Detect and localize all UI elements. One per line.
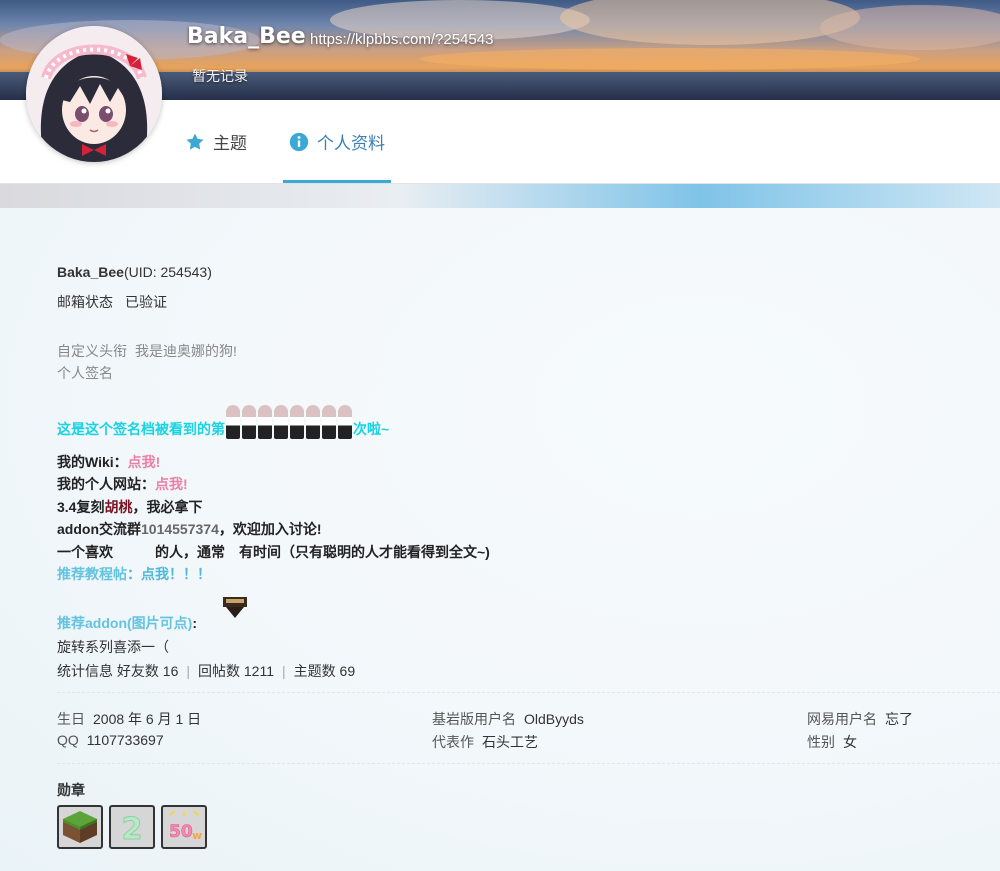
group-number: 1014557374 [141,521,219,537]
bedrock-label: 基岩版用户名 [432,711,516,727]
star-icon [185,132,205,152]
rerun-text-end: ，我必拿下 [132,499,203,515]
counter-prefix: 这是这个签名档被看到的第 [57,421,225,437]
rerun-text: 3.4复刻 [57,499,105,515]
email-status-label: 邮箱状态 [57,294,113,310]
avatar-anime-girl-illustration [26,26,162,162]
header-username: Baka_Bee [187,24,306,49]
tab-profile-label: 个人资料 [317,134,385,153]
rerun-row: 3.4复刻胡桃，我必拿下 [57,497,202,517]
birthday-value: 2008 年 6 月 1 日 [93,711,202,727]
visit-counter-characters-image [226,405,352,439]
bedrock-username-field: 基岩版用户名 OldByyds [432,709,584,729]
counter-suffix: 次啦~ [353,421,390,437]
friends-label: 好友数 [116,663,159,679]
replies-stat[interactable]: 回帖数 1211 [198,663,274,679]
hidden-text-c: 有时间（只有聪明的人才能看得到全文~) [239,544,490,560]
netease-label: 网易用户名 [807,711,877,727]
stats-label: 统计信息 [57,663,113,679]
info-icon [289,132,309,152]
addon-recommend-row: 推荐addon(图片可点): [57,613,197,633]
work-value: 石头工艺 [482,734,538,750]
custom-title-value: 我是迪奥娜的狗! [135,343,237,359]
tutorial-label: 推荐教程帖 [57,566,127,582]
replies-count: 1211 [243,663,274,679]
custom-title-row: 自定义头衔 我是迪奥娜的狗! [57,341,237,361]
number-2-medal-icon[interactable]: 2 [109,805,155,849]
representative-work-field: 代表作 石头工艺 [432,732,538,752]
tab-profile[interactable]: 个人资料 [283,100,391,183]
addon-colon: : [192,615,197,631]
profile-uid: (UID: 254543) [123,264,212,280]
birthday-label: 生日 [57,711,85,727]
header-status-text: 暂无记录 [192,68,248,84]
signature-label: 个人签名 [57,365,113,381]
banner-sunset-glow [420,48,920,70]
replies-label: 回帖数 [198,663,240,679]
tutorial-link[interactable]: ：点我！！！ [127,566,211,582]
site-link[interactable]: 点我! [155,476,188,492]
site-row: 我的个人网站：点我! [57,474,188,494]
gender-field: 性别女 [807,732,857,752]
profile-name-row: Baka_Bee(UID: 254543) [57,264,212,280]
wiki-row: 我的Wiki：点我! [57,452,160,472]
addon-text: 旋转系列喜添一（ [57,639,169,655]
group-label: addon交流群 [57,521,141,537]
birthday-field: 生日 2008 年 6 月 1 日 [57,709,201,729]
addon-recommend-link[interactable]: 推荐addon(图片可点) [57,615,192,631]
netease-value: 忘了 [885,711,913,727]
site-label: 我的个人网站： [57,476,155,492]
profile-card: Baka_Bee(UID: 254543) 邮箱状态 已验证 自定义头衔 我是迪奥娜… [0,208,1000,871]
50w-medal-icon[interactable]: 50 w [161,805,207,849]
topics-stat[interactable]: 主题数 69 [294,663,355,679]
tab-topics-label: 主题 [213,134,247,153]
email-status-value: 已验证 [125,294,167,310]
svg-text:50: 50 [169,822,193,842]
medals-label: 勋章 [57,782,85,798]
tutorial-row: 推荐教程帖：点我！！！ [57,564,211,584]
qq-label: QQ [57,732,79,748]
qq-field: QQ 1107733697 [57,732,164,748]
grass-block-medal-icon[interactable] [57,805,103,849]
svg-text:2: 2 [122,812,143,845]
wiki-link[interactable]: 点我! [128,454,161,470]
medals-list: 2 50 w [57,805,207,849]
gender-value: 女 [843,734,857,750]
divider [57,763,1000,764]
banner-cloud [560,0,860,45]
avatar[interactable] [26,26,162,162]
email-status-row: 邮箱状态 已验证 [57,292,167,312]
signature-counter-row: 这是这个签名档被看到的第 次啦~ [57,405,389,439]
tab-topics[interactable]: 主题 [185,100,247,183]
friends-stat[interactable]: 好友数 16 [117,663,178,679]
friends-count: 16 [162,663,179,679]
hidden-text-row: 一个喜欢 的人，通常 有时间（只有聪明的人才能看得到全文~) [57,542,490,562]
gender-label: 性别 [807,734,835,750]
header-profile-url[interactable]: https://klpbbs.com/?254543 [310,31,493,48]
group-invite: ，欢迎加入讨论! [218,521,322,537]
qq-value: 1107733697 [86,732,164,748]
decorative-strip [0,184,1000,208]
divider [57,692,1000,693]
work-label: 代表作 [432,734,474,750]
stats-row: 统计信息 好友数 16 | 回帖数 1211 | 主题数 69 [57,663,356,679]
svg-text:w: w [192,829,202,842]
bedrock-value: OldByyds [524,711,584,727]
profile-username: Baka_Bee [57,264,124,280]
topics-count: 69 [339,663,356,679]
wiki-label: 我的Wiki： [57,454,128,470]
topics-label: 主题数 [293,663,336,679]
rerun-character: 胡桃 [104,499,133,515]
custom-title-label: 自定义头衔 [57,343,127,359]
addon-group-row: addon交流群1014557374，欢迎加入讨论! [57,519,322,539]
hidden-text-b: 的人，通常 [155,544,225,560]
banner-cloud [820,5,1000,50]
netease-username-field: 网易用户名 忘了 [807,709,913,729]
hidden-text-a: 一个喜欢 [57,544,113,560]
